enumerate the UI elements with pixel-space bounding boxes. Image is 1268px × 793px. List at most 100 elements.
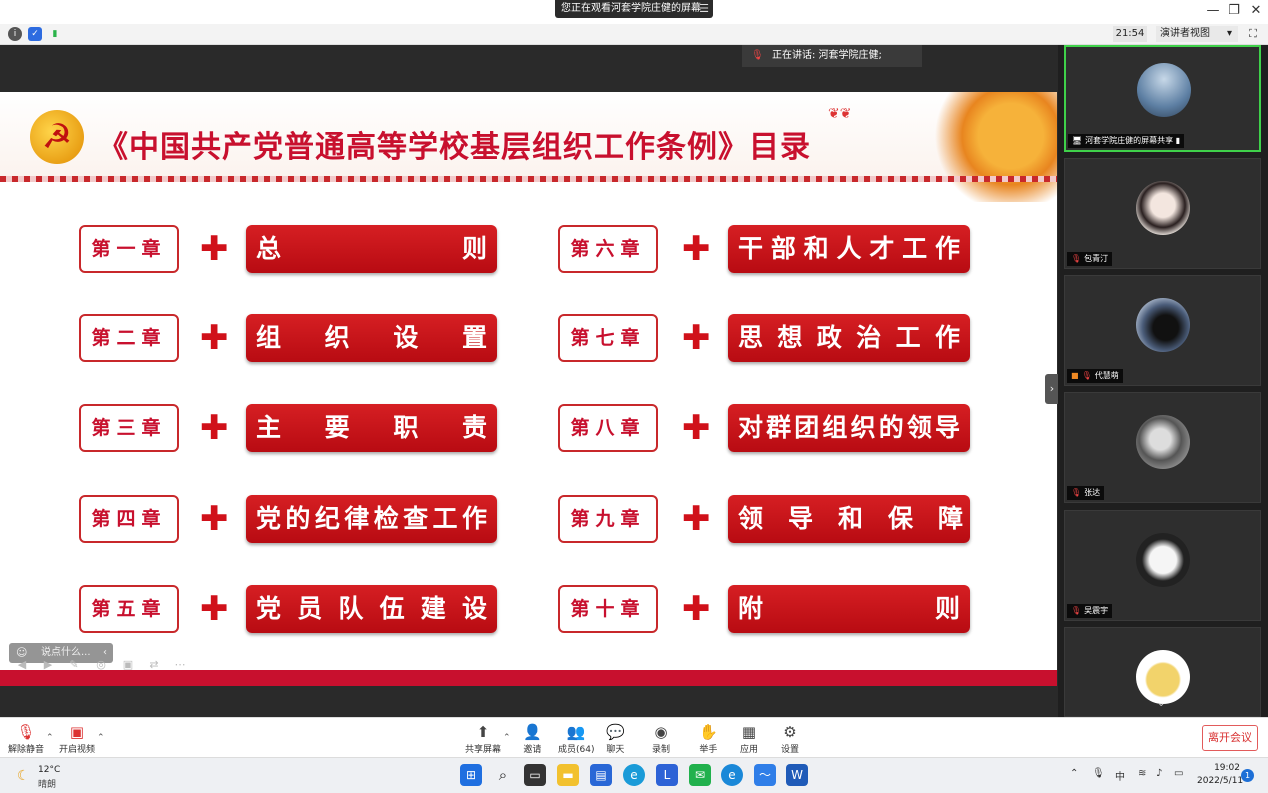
participant-tile[interactable]: 🎙 包青汀 bbox=[1064, 158, 1261, 269]
participant-tile[interactable]: ⌄ bbox=[1064, 627, 1261, 717]
slide-title: 《中国共产党普通高等学校基层组织工作条例》目录 bbox=[98, 130, 811, 165]
members-button[interactable]: 👥 成员(64) bbox=[558, 722, 594, 756]
restore-icon[interactable]: ❐ bbox=[1223, 2, 1245, 20]
plus-icon: ✚ bbox=[200, 408, 229, 448]
chevron-up-icon[interactable]: ⌃ bbox=[1070, 768, 1078, 779]
windows-taskbar: ☾ 12°C 晴朗 ⊞ ⌕ ▭ ▬ ▤ e L ✉ e 〜 W ⌃ 🎙 中 ≋ … bbox=[0, 757, 1268, 793]
chevron-up-icon[interactable]: ⌃ bbox=[46, 733, 54, 743]
avatar bbox=[1137, 63, 1191, 117]
unmute-label: 解除静音 bbox=[8, 745, 45, 755]
wechat-icon[interactable]: ✉ bbox=[689, 764, 711, 786]
unmute-button[interactable]: 🎙 解除静音 bbox=[8, 722, 44, 756]
camera-icon[interactable]: ▣ bbox=[120, 657, 136, 673]
signal-icon[interactable]: ▮ bbox=[48, 27, 62, 41]
mic-muted-icon: 🎙 bbox=[1071, 606, 1082, 615]
mic-muted-icon: 🎙 bbox=[16, 723, 36, 741]
apps-icon: ▦ bbox=[741, 723, 757, 741]
share-screen-button[interactable]: ⬆ 共享屏幕 bbox=[465, 722, 501, 756]
system-time[interactable]: 19:02 bbox=[1210, 763, 1240, 773]
invite-button[interactable]: 👤 邀请 bbox=[523, 722, 542, 756]
wifi-icon[interactable]: ≋ bbox=[1138, 768, 1146, 779]
chapter-label: 第九章 bbox=[558, 495, 658, 543]
apps-label: 应用 bbox=[740, 745, 759, 755]
battery-icon[interactable]: ▭ bbox=[1174, 768, 1183, 779]
minimize-icon[interactable]: — bbox=[1202, 2, 1224, 20]
birds-decoration: ❦❦ bbox=[828, 106, 852, 122]
chat-label: 聊天 bbox=[606, 745, 625, 755]
record-button[interactable]: ◉ 录制 bbox=[652, 722, 670, 756]
participant-name: 吴震宇 bbox=[1084, 606, 1109, 615]
menu-icon[interactable]: ☰ bbox=[699, 0, 709, 18]
raise-hand-label: 举手 bbox=[699, 745, 718, 755]
edge-icon[interactable]: e bbox=[721, 764, 743, 786]
info-icon[interactable]: i bbox=[8, 27, 22, 41]
apps-button[interactable]: ▦ 应用 bbox=[740, 722, 758, 756]
chapter-label: 第四章 bbox=[79, 495, 179, 543]
gear-icon: ⚙ bbox=[783, 723, 797, 741]
more-icon[interactable]: ⋯ bbox=[172, 657, 188, 673]
start-icon[interactable]: ⊞ bbox=[460, 764, 482, 786]
mic-icon[interactable]: 🎙 bbox=[1092, 768, 1105, 779]
browser-icon[interactable]: e bbox=[623, 764, 645, 786]
slide-divider bbox=[0, 176, 1057, 182]
participant-tile[interactable]: 🖥 河套学院庄健的屏幕共享 ▮ bbox=[1064, 45, 1261, 152]
leave-meeting-button[interactable]: 离开会议 bbox=[1202, 725, 1258, 751]
notification-badge[interactable]: 1 bbox=[1241, 769, 1254, 782]
ime-indicator[interactable]: 中 bbox=[1115, 768, 1125, 783]
moon-icon[interactable]: ☾ bbox=[17, 768, 30, 784]
pen-icon[interactable]: ✎ bbox=[66, 657, 82, 673]
switch-icon[interactable]: ⇄ bbox=[146, 657, 162, 673]
avatar bbox=[1136, 298, 1190, 352]
lark-icon[interactable]: L bbox=[656, 764, 678, 786]
share-banner[interactable]: 您正在观看河套学院庄健的屏幕 ☰ bbox=[555, 0, 713, 18]
plus-icon: ✚ bbox=[682, 589, 711, 629]
plus-icon: ✚ bbox=[682, 499, 711, 539]
start-video-button[interactable]: ▣ 开启视频 bbox=[59, 722, 95, 756]
search-icon[interactable]: ⌕ bbox=[492, 764, 514, 786]
fullscreen-icon[interactable]: ⛶ bbox=[1246, 26, 1260, 42]
view-mode-label: 演讲者视图 bbox=[1160, 28, 1210, 39]
volume-icon[interactable]: ♪ bbox=[1156, 768, 1162, 779]
avatar bbox=[1136, 181, 1190, 235]
chevron-up-icon[interactable]: ⌃ bbox=[503, 733, 511, 743]
arrow-left-icon[interactable]: ◀ bbox=[14, 657, 30, 673]
target-icon[interactable]: ◎ bbox=[93, 657, 109, 673]
participant-tile[interactable]: ■ 🎙 代慧萌 bbox=[1064, 275, 1261, 386]
chapter-title: 组 织 设 置 bbox=[246, 314, 497, 362]
arrow-right-icon[interactable]: ▶ bbox=[40, 657, 56, 673]
file-explorer-icon[interactable]: ▬ bbox=[557, 764, 579, 786]
hand-icon: ✋ bbox=[699, 723, 718, 741]
members-icon: 👥 bbox=[566, 723, 586, 741]
chapter-title: 主 要 职 责 bbox=[246, 404, 497, 452]
panel-toggle-icon[interactable]: › bbox=[1045, 374, 1059, 404]
participant-tile[interactable]: 🎙 张达 bbox=[1064, 392, 1261, 503]
record-label: 录制 bbox=[652, 745, 671, 755]
task-view-icon[interactable]: ▭ bbox=[524, 764, 546, 786]
participant-tile[interactable]: 🎙 吴震宇 bbox=[1064, 510, 1261, 621]
plus-icon: ✚ bbox=[682, 229, 711, 269]
plus-icon: ✚ bbox=[200, 229, 229, 269]
mic-muted-icon: 🎙 bbox=[1071, 254, 1082, 263]
system-date[interactable]: 2022/5/11 bbox=[1197, 776, 1243, 786]
shield-icon[interactable]: ✓ bbox=[28, 27, 42, 41]
tencent-meeting-icon[interactable]: 〜 bbox=[754, 764, 776, 786]
weather-description[interactable]: 晴朗 bbox=[38, 777, 56, 790]
participant-name-bar: 🎙 吴震宇 bbox=[1067, 604, 1113, 618]
invite-label: 邀请 bbox=[523, 745, 542, 755]
chapter-label: 第六章 bbox=[558, 225, 658, 273]
store-icon[interactable]: ▤ bbox=[590, 764, 612, 786]
chat-button[interactable]: 💬 聊天 bbox=[606, 722, 625, 756]
word-icon[interactable]: W bbox=[786, 764, 808, 786]
view-mode-select[interactable]: 演讲者视图 ▾ bbox=[1156, 26, 1238, 42]
settings-button[interactable]: ⚙ 设置 bbox=[781, 722, 799, 756]
participant-name: 张达 bbox=[1084, 488, 1101, 497]
weather-temperature[interactable]: 12°C bbox=[38, 765, 60, 775]
chevron-up-icon[interactable]: ⌃ bbox=[97, 733, 105, 743]
chapter-title: 干部和人才工作 bbox=[728, 225, 970, 273]
raise-hand-button[interactable]: ✋ 举手 bbox=[699, 722, 718, 756]
participant-name-bar: ■ 🎙 代慧萌 bbox=[1067, 369, 1123, 383]
chevron-down-icon[interactable]: ⌄ bbox=[1157, 698, 1165, 709]
record-icon: ◉ bbox=[654, 723, 668, 741]
invite-icon: 👤 bbox=[523, 723, 542, 741]
close-icon[interactable]: ✕ bbox=[1245, 2, 1267, 20]
